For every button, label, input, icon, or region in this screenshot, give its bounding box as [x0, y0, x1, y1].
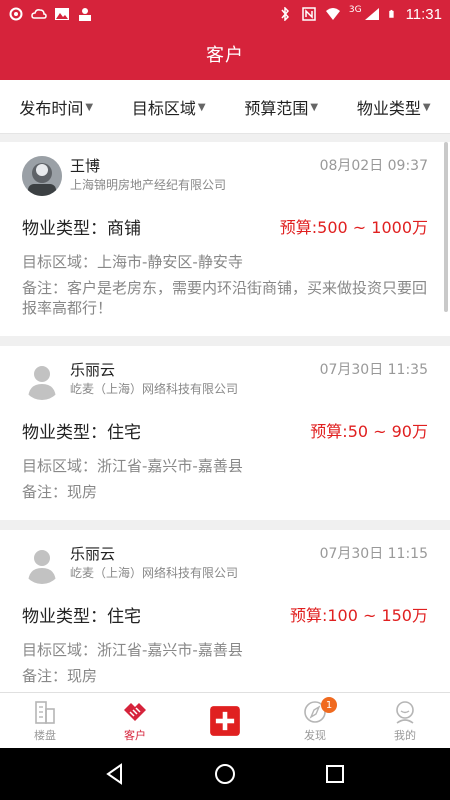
default-avatar-icon [28, 366, 56, 400]
customer-card[interactable]: 王博 上海锦明房地产经纪有限公司 08月02日 09:37 物业类型：商铺 预算… [0, 142, 450, 336]
chevron-down-icon: ▼ [422, 102, 431, 113]
customer-name: 王博 [70, 157, 101, 175]
property-type: 物业类型：住宅 [22, 422, 141, 443]
weather-icon [31, 9, 47, 19]
bottom-tab-bar: 楼盘 客户 1 发现 我的 [0, 692, 450, 748]
filter-label: 预算范围 [244, 98, 309, 118]
remark: 备注：客户是老房东，需要内环沿街商铺，买来做投资只要回报率高都行！ [22, 279, 428, 317]
filter-label: 发布时间 [19, 98, 84, 118]
building-icon [35, 700, 55, 724]
filter-label: 目标区域 [131, 98, 196, 118]
status-bar: 3G 11:31 [0, 0, 450, 28]
property-type: 物业类型：住宅 [22, 606, 141, 627]
filter-bar: 发布时间 ▼ 目标区域 ▼ 预算范围 ▼ 物业类型 ▼ [0, 80, 450, 134]
post-date: 07月30日 11:15 [319, 546, 428, 562]
tab-label: 发现 [304, 728, 326, 742]
filter-label: 物业类型 [356, 98, 421, 118]
profile-icon [396, 700, 414, 724]
add-icon [210, 705, 240, 736]
filter-publish-time[interactable]: 发布时间 ▼ [0, 95, 113, 119]
battery-icon [388, 9, 394, 18]
scrollbar[interactable] [444, 142, 448, 312]
chevron-down-icon: ▼ [310, 102, 319, 113]
wifi-icon [325, 8, 340, 20]
tab-label: 楼盘 [34, 728, 56, 742]
avatar[interactable] [22, 360, 62, 400]
remark: 备注：现房 [22, 483, 98, 501]
post-date: 08月02日 09:37 [319, 158, 428, 174]
system-nav-bar [0, 748, 450, 800]
budget: 预算:500 ~ 1000万 [279, 218, 428, 237]
target-region: 目标区域：浙江省-嘉兴市-嘉善县 [22, 641, 243, 659]
chevron-down-icon: ▼ [197, 102, 206, 113]
page-title: 客户 [206, 45, 244, 66]
customer-card[interactable]: 乐丽云 屹麦（上海）网络科技有限公司 07月30日 11:35 物业类型：住宅 … [0, 346, 450, 520]
budget: 预算:100 ~ 150万 [289, 606, 428, 625]
handshake-icon [124, 702, 146, 721]
customer-name: 乐丽云 [70, 361, 116, 379]
tab-customers[interactable]: 客户 [90, 693, 180, 748]
recents-icon[interactable] [323, 762, 347, 786]
property-type: 物业类型：商铺 [22, 218, 141, 239]
customer-company: 屹麦（上海）网络科技有限公司 [70, 382, 239, 396]
avatar[interactable] [22, 156, 62, 196]
customer-card[interactable]: 乐丽云 屹麦（上海）网络科技有限公司 07月30日 11:15 物业类型：住宅 … [0, 530, 450, 692]
bluetooth-icon [281, 7, 289, 21]
target-region: 目标区域：浙江省-嘉兴市-嘉善县 [22, 457, 243, 475]
filter-target-region[interactable]: 目标区域 ▼ [113, 95, 226, 119]
app-header: 客户 [0, 28, 450, 80]
notification-app-icon [9, 7, 23, 21]
budget: 预算:50 ~ 90万 [310, 422, 428, 441]
avatar-photo-icon [22, 156, 62, 196]
post-date: 07月30日 11:35 [319, 362, 428, 378]
customer-list[interactable]: 王博 上海锦明房地产经纪有限公司 08月02日 09:37 物业类型：商铺 预算… [0, 142, 450, 692]
tab-label: 我的 [394, 728, 416, 742]
user-notification-icon [79, 8, 91, 21]
home-icon[interactable] [213, 762, 237, 786]
filter-property-type[interactable]: 物业类型 ▼ [338, 95, 450, 119]
customer-name: 乐丽云 [70, 545, 116, 563]
chevron-down-icon: ▼ [85, 102, 94, 113]
target-region: 目标区域：上海市-静安区-静安寺 [22, 253, 243, 271]
tab-discover[interactable]: 1 发现 [270, 693, 360, 748]
network-type: 3G [348, 5, 362, 15]
tab-add[interactable] [180, 693, 270, 748]
back-icon[interactable] [103, 762, 127, 786]
tab-profile[interactable]: 我的 [360, 693, 450, 748]
tab-buildings[interactable]: 楼盘 [0, 693, 90, 748]
image-notification-icon [55, 8, 69, 20]
customer-company: 屹麦（上海）网络科技有限公司 [70, 566, 239, 580]
remark: 备注：现房 [22, 667, 98, 685]
notification-badge: 1 [321, 697, 337, 713]
default-avatar-icon [28, 550, 56, 584]
nfc-icon [302, 7, 316, 21]
avatar[interactable] [22, 544, 62, 584]
customer-company: 上海锦明房地产经纪有限公司 [70, 178, 227, 192]
clock: 11:31 [405, 5, 442, 23]
tab-label: 客户 [124, 728, 146, 742]
signal-icon [364, 8, 379, 20]
filter-budget-range[interactable]: 预算范围 ▼ [225, 95, 338, 119]
